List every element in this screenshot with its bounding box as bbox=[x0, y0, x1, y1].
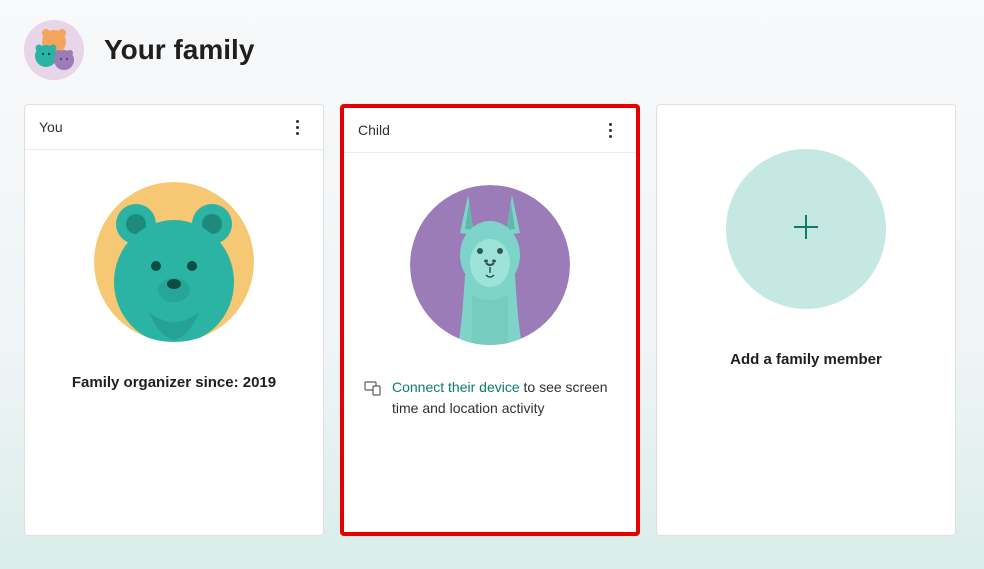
family-group-avatar bbox=[24, 20, 84, 80]
page-header: Your family bbox=[24, 20, 960, 80]
family-cards-row: You bbox=[24, 104, 960, 536]
page-title: Your family bbox=[104, 34, 254, 66]
devices-icon bbox=[364, 379, 382, 402]
card-header: Child bbox=[344, 108, 636, 153]
card-title-child: Child bbox=[358, 122, 390, 138]
child-avatar bbox=[410, 185, 570, 345]
card-title-you: You bbox=[39, 119, 63, 135]
card-body: Connect their device to see screen time … bbox=[344, 153, 636, 532]
card-header: You bbox=[25, 105, 323, 150]
more-options-button[interactable] bbox=[285, 115, 309, 139]
add-member-label: Add a family member bbox=[730, 351, 882, 368]
add-family-member-card[interactable]: Add a family member bbox=[656, 104, 956, 536]
plus-icon bbox=[789, 210, 823, 249]
connect-device-link[interactable]: Connect their device bbox=[392, 379, 520, 395]
card-body: Family organizer since: 2019 bbox=[25, 150, 323, 535]
connect-device-row: Connect their device to see screen time … bbox=[362, 377, 618, 419]
family-card-child: Child bbox=[340, 104, 640, 536]
add-member-circle[interactable] bbox=[726, 149, 886, 309]
you-avatar bbox=[94, 182, 254, 342]
card-body: Add a family member bbox=[657, 105, 955, 535]
you-role-text: Family organizer since: 2019 bbox=[72, 374, 276, 391]
family-card-you: You bbox=[24, 104, 324, 536]
more-options-button[interactable] bbox=[598, 118, 622, 142]
connect-device-text: Connect their device to see screen time … bbox=[392, 377, 616, 419]
